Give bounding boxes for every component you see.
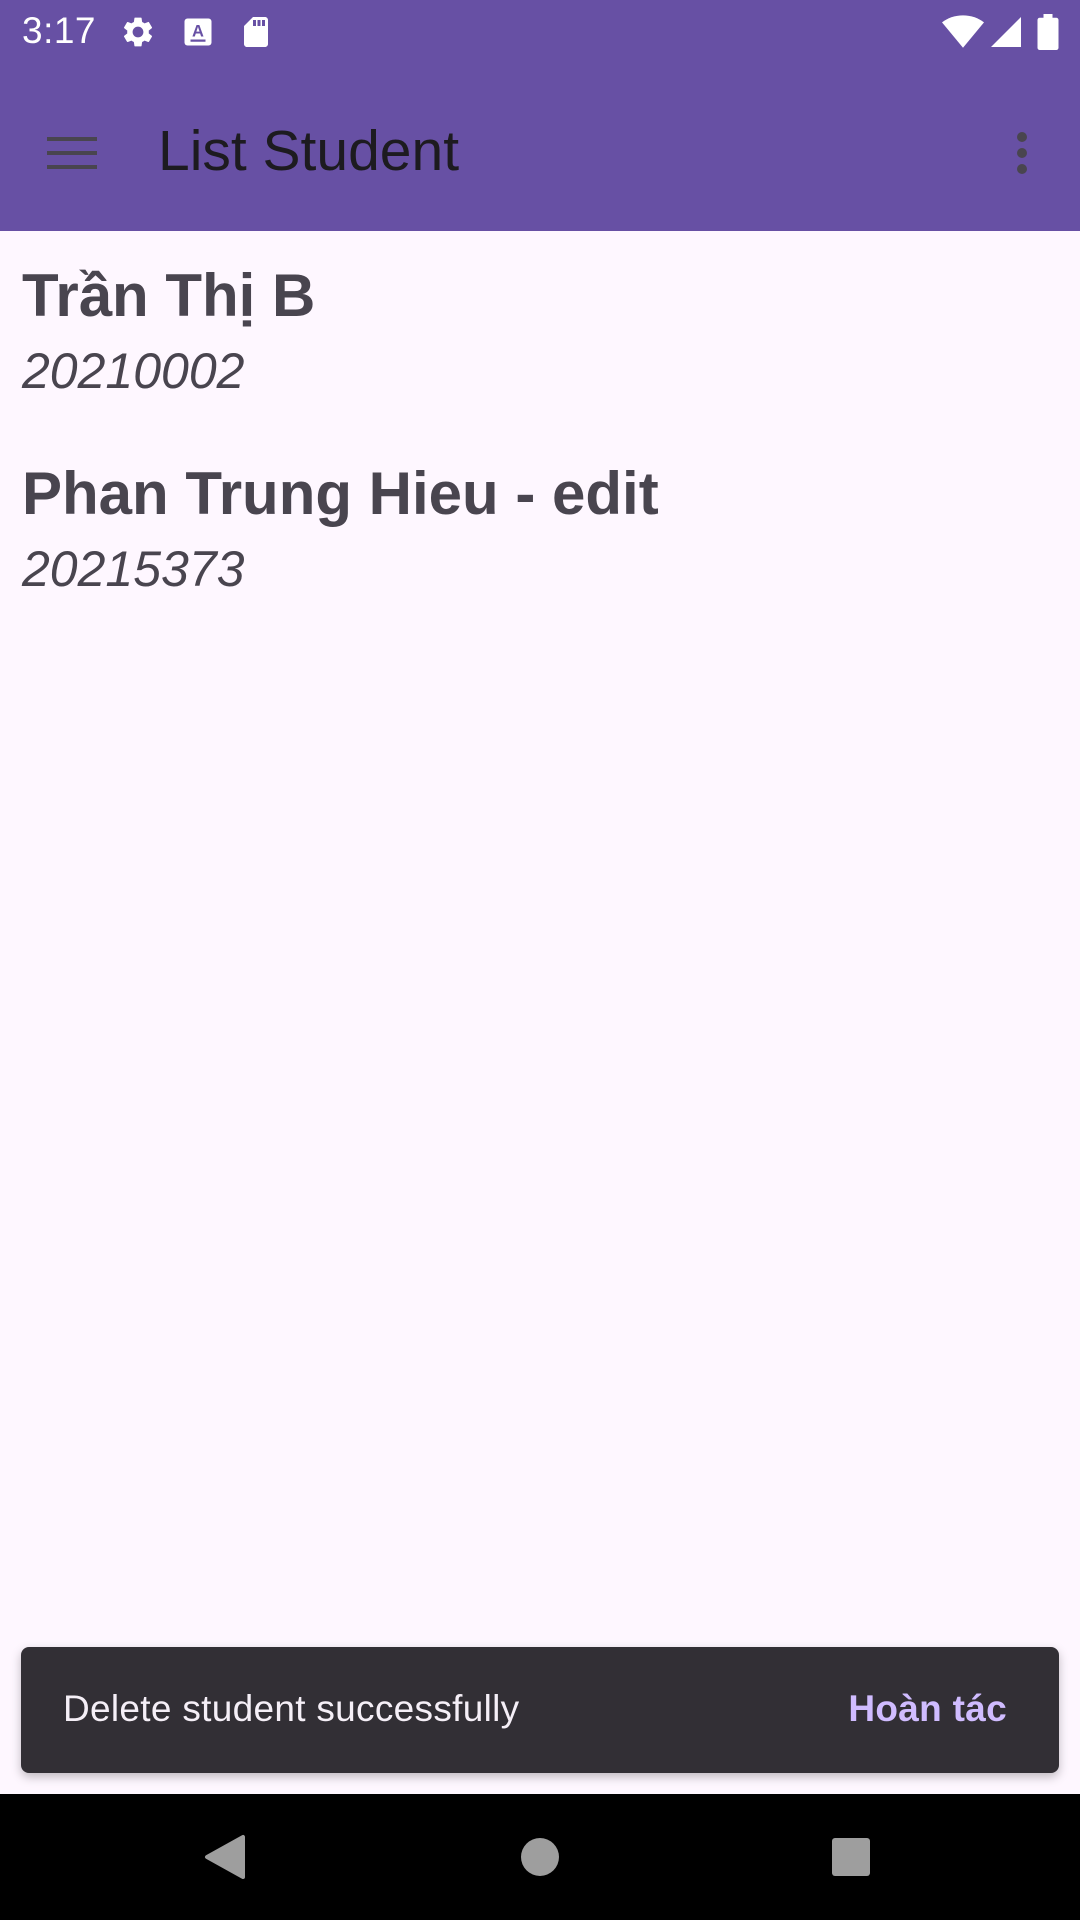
gear-icon xyxy=(120,14,156,50)
cell-signal-icon xyxy=(988,14,1024,50)
home-icon[interactable] xyxy=(507,1824,573,1890)
more-vert-icon[interactable] xyxy=(990,117,1054,189)
undo-button[interactable]: Hoàn tác xyxy=(848,1685,1007,1733)
system-nav-bar xyxy=(0,1794,1080,1920)
student-id: 20210002 xyxy=(22,343,245,399)
sd-card-icon xyxy=(238,14,274,50)
list-item[interactable]: Phan Trung Hieu - edit 20215373 xyxy=(0,429,1080,625)
student-name: Phan Trung Hieu - edit xyxy=(22,460,659,527)
list-item[interactable]: Trần Thị B 20210002 xyxy=(0,231,1080,427)
back-icon[interactable] xyxy=(192,1824,258,1890)
svg-text:A: A xyxy=(192,23,204,41)
status-time: 3:17 xyxy=(22,10,97,51)
status-bar: 3:17 A xyxy=(0,0,1080,63)
wifi-icon xyxy=(942,14,984,50)
battery-icon xyxy=(1036,14,1060,50)
keyboard-a-icon: A xyxy=(180,14,216,50)
recents-icon[interactable] xyxy=(818,1824,884,1890)
snackbar: Delete student successfully Hoàn tác xyxy=(21,1647,1059,1773)
page-title: List Student xyxy=(158,119,460,183)
hamburger-menu-icon[interactable] xyxy=(36,117,108,189)
top-app-bar: List Student xyxy=(0,63,1080,231)
student-id: 20215373 xyxy=(22,541,245,597)
snackbar-message: Delete student successfully xyxy=(63,1688,520,1729)
student-name: Trần Thị B xyxy=(22,262,316,329)
